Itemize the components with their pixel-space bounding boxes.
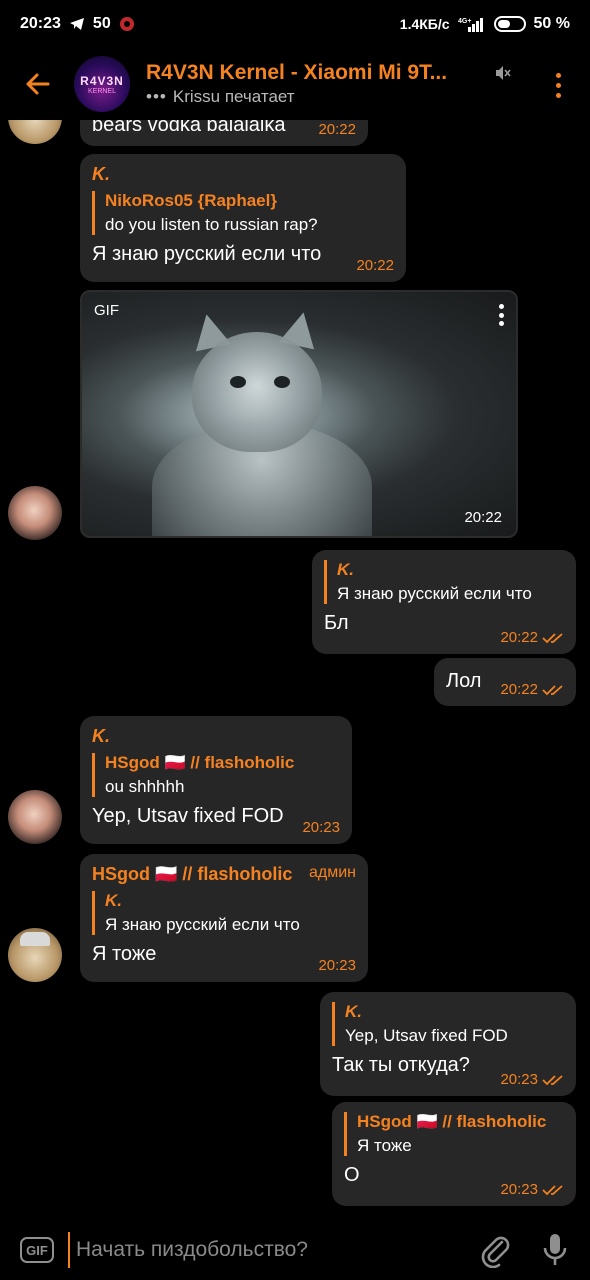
message-time: 20:22 xyxy=(318,121,356,138)
reply-text: Я тоже xyxy=(357,1136,412,1155)
reply-preview[interactable]: K. Я знаю русский если что xyxy=(92,891,356,935)
message-time: 20:22 xyxy=(500,629,564,646)
message-bubble[interactable]: K. Я знаю русский если что Бл 20:22 xyxy=(312,550,576,654)
mute-icon xyxy=(496,66,511,80)
message-bubble[interactable]: HSgod 🇵🇱 // flashoholic админ K. Я знаю … xyxy=(80,854,368,982)
chat-avatar[interactable]: R4V3N KERNEL xyxy=(74,56,130,112)
reply-text: Я знаю русский если что xyxy=(105,915,300,934)
status-time: 20:23 xyxy=(20,15,61,32)
message-time: 20:22 xyxy=(464,509,502,526)
message-time-value: 20:23 xyxy=(500,1071,538,1088)
more-vert-dot xyxy=(498,321,504,326)
chat-avatar-logo-text: R4V3N xyxy=(80,73,124,88)
reply-sender: HSgod 🇵🇱 // flashoholic xyxy=(357,1112,547,1131)
avatar[interactable] xyxy=(8,120,62,144)
reply-sender: K. xyxy=(337,560,354,579)
reply-text: do you listen to russian rap? xyxy=(105,215,318,234)
typing-status: ••• Krissu печатает xyxy=(146,87,506,107)
message-input-bar: GIF xyxy=(0,1220,590,1280)
message-text: Я тоже xyxy=(92,943,157,965)
gif-menu-button[interactable] xyxy=(498,304,504,326)
avatar[interactable] xyxy=(8,928,62,982)
gif-message[interactable]: GIF 20:22 xyxy=(80,290,518,538)
reply-preview[interactable]: HSgod 🇵🇱 // flashoholic Я тоже xyxy=(344,1112,564,1156)
double-check-icon xyxy=(542,684,563,695)
reply-preview[interactable]: NikoRos05 {Raphael} do you listen to rus… xyxy=(92,191,394,235)
battery-level: 50 % xyxy=(533,15,570,32)
more-vert-icon xyxy=(498,304,504,309)
message-bubble[interactable]: Лол 20:22 xyxy=(434,658,576,706)
message-text: bears vodka balalaika xyxy=(92,120,286,136)
message-bubble[interactable]: K. HSgod 🇵🇱 // flashoholic ou shhhhh Yep… xyxy=(80,716,352,844)
reply-preview[interactable]: K. Я знаю русский если что xyxy=(324,560,564,604)
gif-label: GIF xyxy=(94,302,119,319)
double-check-icon xyxy=(542,1074,563,1085)
more-vert-dot xyxy=(498,312,504,318)
double-check-icon xyxy=(542,1184,563,1195)
admin-badge: админ xyxy=(308,864,356,881)
sender-name[interactable]: K. xyxy=(92,164,394,185)
message-time: 20:23 xyxy=(500,1181,564,1198)
reply-sender: K. xyxy=(345,1002,362,1021)
typing-text: Krissu печатает xyxy=(172,87,295,106)
message-time-value: 20:22 xyxy=(500,629,538,646)
telegram-icon xyxy=(69,18,84,30)
typing-dots-icon: ••• xyxy=(146,87,167,106)
more-vert-dot xyxy=(555,82,561,88)
message-text: Я знаю русский если что xyxy=(92,243,322,265)
back-button[interactable] xyxy=(0,48,74,120)
chat-avatar-logo-subtext: KERNEL xyxy=(87,87,116,95)
signal-icon: 4G+ xyxy=(458,18,483,32)
reply-sender: HSgod 🇵🇱 // flashoholic xyxy=(105,753,295,772)
network-type: 4G+ xyxy=(458,18,471,25)
more-options-button[interactable] xyxy=(546,70,570,100)
back-arrow-icon xyxy=(26,73,50,95)
message-list[interactable]: bears vodka balalaika 20:22 K. NikoRos05… xyxy=(0,120,590,1220)
reply-preview[interactable]: HSgod 🇵🇱 // flashoholic ou shhhhh xyxy=(92,753,340,797)
chat-title: R4V3N Kernel - Xiaomi Mi 9T... xyxy=(146,61,448,84)
more-vert-icon xyxy=(555,72,561,78)
message-bubble[interactable]: HSgod 🇵🇱 // flashoholic Я тоже О 20:23 xyxy=(332,1102,576,1206)
reply-sender: NikoRos05 {Raphael} xyxy=(105,191,277,210)
status-bar: 20:23 50 1.4КБ/с 4G+ 50 % xyxy=(0,0,590,48)
gif-cat-eye xyxy=(274,376,290,388)
chat-title-area[interactable]: R4V3N Kernel - Xiaomi Mi 9T... ••• Kriss… xyxy=(146,61,506,107)
message-time: 20:23 xyxy=(500,1071,564,1088)
message-time: 20:22 xyxy=(500,681,564,698)
gif-cat-face xyxy=(192,332,322,452)
avatar[interactable] xyxy=(8,486,62,540)
message-time: 20:23 xyxy=(318,957,356,974)
avatar[interactable] xyxy=(8,790,62,844)
attach-icon[interactable] xyxy=(478,1232,512,1268)
reply-sender: K. xyxy=(105,891,122,910)
sender-name[interactable]: K. xyxy=(92,726,340,747)
reply-preview[interactable]: K. Yep, Utsav fixed FOD xyxy=(332,1002,564,1046)
mic-icon[interactable] xyxy=(540,1232,570,1268)
network-speed: 1.4КБ/с xyxy=(399,16,450,32)
gif-button[interactable]: GIF xyxy=(20,1237,54,1263)
chat-header: R4V3N KERNEL R4V3N Kernel - Xiaomi Mi 9T… xyxy=(0,48,590,120)
message-input-wrapper[interactable] xyxy=(68,1232,448,1268)
gif-cat-eye xyxy=(230,376,246,388)
message-bubble[interactable]: K. Yep, Utsav fixed FOD Так ты откуда? 2… xyxy=(320,992,576,1096)
reply-text: ou shhhhh xyxy=(105,777,185,796)
message-input[interactable] xyxy=(76,1238,448,1262)
notification-count: 50 xyxy=(92,15,111,32)
reply-text: Я знаю русский если что xyxy=(337,584,532,603)
message-time-value: 20:23 xyxy=(500,1181,538,1198)
message-time: 20:23 xyxy=(302,819,340,836)
reply-text: Yep, Utsav fixed FOD xyxy=(345,1026,508,1045)
app-notification-icon xyxy=(119,17,134,31)
battery-icon xyxy=(493,16,526,32)
double-check-icon xyxy=(542,632,563,643)
message-time: 20:22 xyxy=(356,257,394,274)
message-bubble[interactable]: K. NikoRos05 {Raphael} do you listen to … xyxy=(80,154,406,282)
message-time-value: 20:22 xyxy=(500,681,538,698)
message-bubble[interactable]: bears vodka balalaika 20:22 xyxy=(80,120,368,146)
more-vert-dot xyxy=(555,92,561,98)
